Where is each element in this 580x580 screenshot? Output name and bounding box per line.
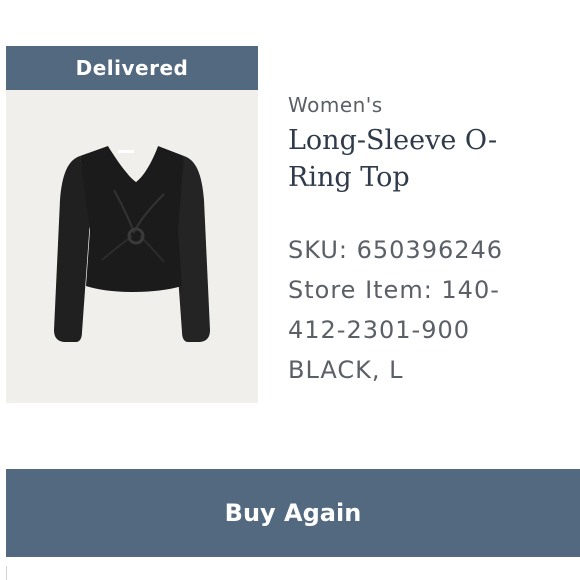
product-panel: Delivered [6, 46, 258, 403]
buy-again-button[interactable]: Buy Again [6, 469, 580, 557]
order-item-card: Delivered Women's Long-Sleeve O-Ring Top… [0, 0, 580, 580]
product-category: Women's [288, 93, 383, 117]
product-info: Women's Long-Sleeve O-Ring Top SKU: 6503… [288, 90, 568, 390]
status-badge: Delivered [6, 46, 258, 90]
black-top-icon [54, 146, 210, 342]
sku-text: SKU: 650396246 [288, 236, 504, 264]
product-details: SKU: 650396246 Store Item: 140-412-2301-… [288, 230, 568, 390]
store-item-text: Store Item: 140-412-2301-900 [288, 276, 500, 344]
product-image[interactable] [6, 90, 258, 403]
product-title[interactable]: Long-Sleeve O-Ring Top [288, 122, 518, 196]
divider [6, 566, 580, 580]
variant-text: BLACK, L [288, 356, 404, 384]
